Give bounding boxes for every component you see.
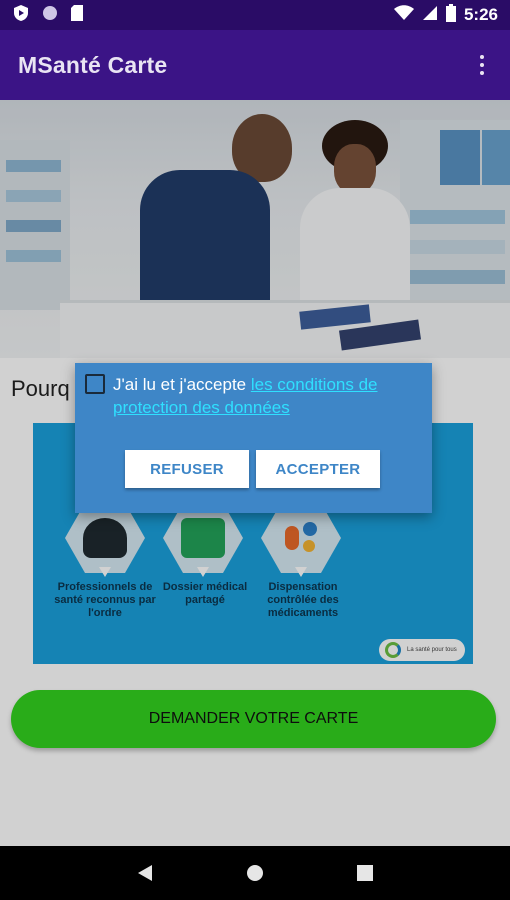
wifi-icon — [393, 4, 414, 26]
circle-icon — [42, 5, 58, 26]
more-vert-icon[interactable] — [472, 51, 492, 79]
status-time: 5:26 — [463, 5, 498, 24]
signal-icon — [422, 5, 438, 26]
play-protect-icon — [12, 4, 30, 27]
consent-dialog: J'ai lu et j'accepte les conditions de p… — [75, 363, 432, 513]
app-bar: MSanté Carte — [0, 30, 510, 100]
sd-card-icon — [70, 4, 84, 27]
refuse-button[interactable]: REFUSER — [125, 450, 249, 488]
consent-text: J'ai lu et j'accepte les conditions de p… — [113, 373, 425, 419]
nav-bar — [0, 846, 510, 900]
battery-icon — [445, 3, 456, 27]
home-icon[interactable] — [235, 853, 275, 893]
back-icon[interactable] — [125, 853, 165, 893]
status-bar: 5:26 — [0, 0, 510, 30]
accept-button[interactable]: ACCEPTER — [256, 450, 380, 488]
consent-checkbox[interactable] — [85, 374, 105, 394]
consent-label: J'ai lu et j'accepte — [113, 375, 251, 394]
app-title: MSanté Carte — [18, 51, 168, 78]
recents-icon[interactable] — [345, 853, 385, 893]
